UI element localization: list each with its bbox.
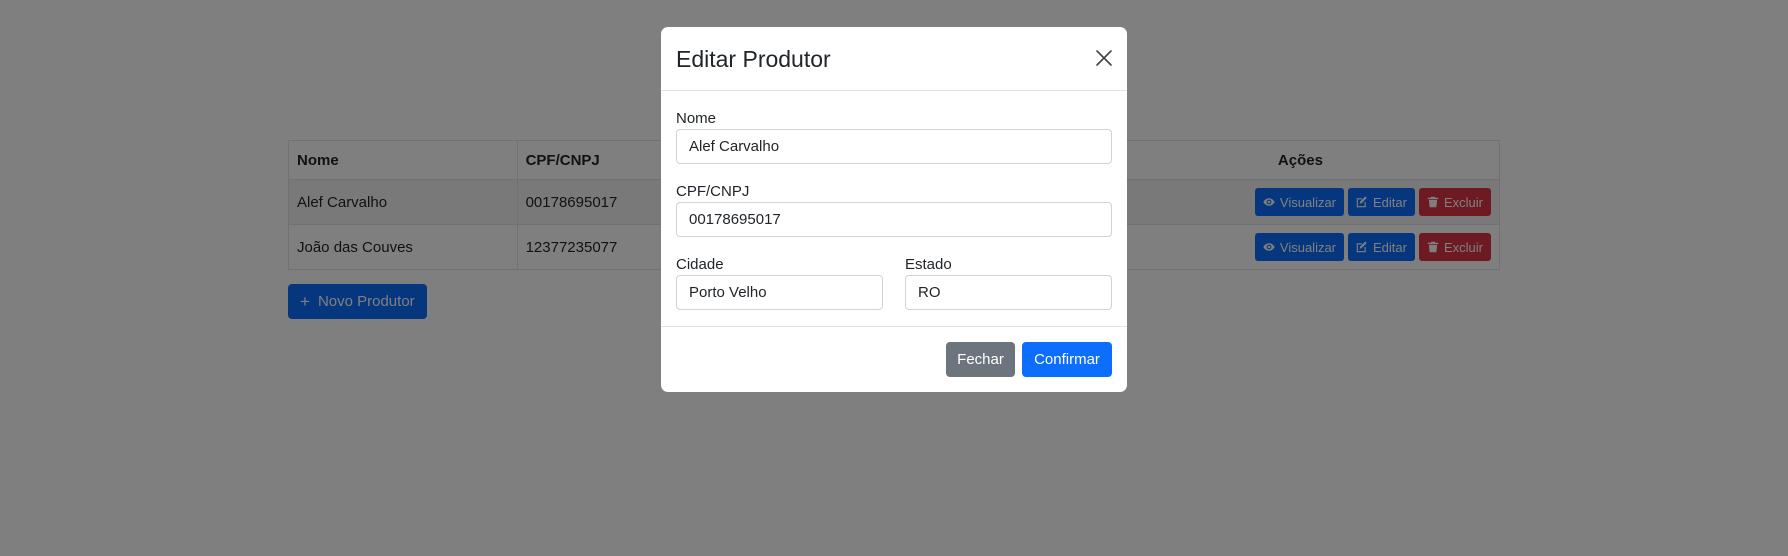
cpf-cnpj-label: CPF/CNPJ bbox=[676, 183, 750, 200]
modal-title: Editar Produtor bbox=[676, 46, 831, 72]
close-icon bbox=[1096, 50, 1112, 66]
cidade-label: Cidade bbox=[676, 256, 724, 273]
close-button[interactable] bbox=[1094, 48, 1114, 68]
confirmar-button[interactable]: Confirmar bbox=[1022, 342, 1112, 377]
cpf-cnpj-input[interactable] bbox=[676, 202, 1112, 237]
cidade-input[interactable] bbox=[676, 275, 883, 310]
editar-produtor-modal: Editar Produtor Nome CPF/CNPJ Cidade Est… bbox=[661, 27, 1127, 392]
modal-header: Editar Produtor bbox=[661, 27, 1127, 91]
nome-label: Nome bbox=[676, 110, 717, 127]
fechar-button[interactable]: Fechar bbox=[946, 342, 1015, 377]
modal-footer: Fechar Confirmar bbox=[661, 326, 1127, 392]
nome-input[interactable] bbox=[676, 129, 1112, 164]
estado-label: Estado bbox=[905, 256, 952, 273]
estado-input[interactable] bbox=[905, 275, 1112, 310]
